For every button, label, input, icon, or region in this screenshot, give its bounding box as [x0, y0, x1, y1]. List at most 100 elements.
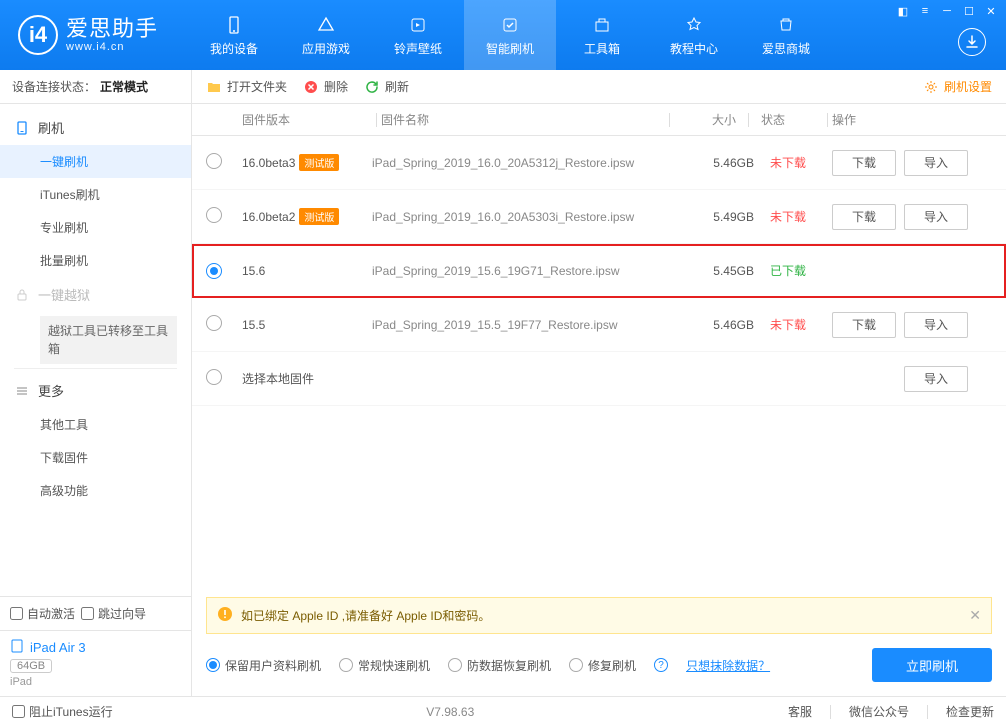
nav-item-3[interactable]: 智能刷机	[464, 0, 556, 70]
row-radio[interactable]	[206, 153, 222, 169]
toolbar: 打开文件夹 删除 刷新 刷机设置	[192, 70, 1006, 104]
flash-icon	[14, 120, 30, 136]
sidebar-more-head[interactable]: 更多	[0, 373, 191, 408]
option-radio[interactable]	[569, 658, 583, 672]
nav-item-6[interactable]: 爱思商城	[740, 0, 832, 70]
row-radio[interactable]	[206, 369, 222, 385]
nav-icon	[315, 14, 337, 36]
delete-button[interactable]: 删除	[303, 78, 348, 95]
local-firmware-row[interactable]: 选择本地固件导入	[192, 352, 1006, 406]
nav-icon	[775, 14, 797, 36]
warning-bar: 如已绑定 Apple ID ,请准备好 Apple ID和密码。 ✕	[206, 597, 992, 634]
row-radio[interactable]	[206, 263, 222, 279]
flash-option[interactable]: 防数据恢复刷机	[448, 657, 551, 674]
option-radio[interactable]	[206, 658, 220, 672]
warning-icon	[217, 606, 233, 625]
app-header: i4 爱思助手 www.i4.cn 我的设备应用游戏铃声壁纸智能刷机工具箱教程中…	[0, 0, 1006, 70]
download-button[interactable]: 下载	[832, 204, 896, 230]
flash-options: 保留用户资料刷机 常规快速刷机 防数据恢复刷机 修复刷机 ? 只想抹除数据？ 立即刷机	[192, 634, 1006, 696]
device-capacity: 64GB	[10, 659, 52, 673]
block-itunes-checkbox[interactable]: 阻止iTunes运行	[12, 703, 113, 720]
nav-item-4[interactable]: 工具箱	[556, 0, 648, 70]
nav-icon	[499, 14, 521, 36]
table-row[interactable]: 15.5iPad_Spring_2019_15.5_19F77_Restore.…	[192, 298, 1006, 352]
import-button[interactable]: 导入	[904, 150, 968, 176]
beta-badge: 测试版	[299, 208, 339, 225]
flash-now-button[interactable]: 立即刷机	[872, 648, 992, 682]
close-warning-icon[interactable]: ✕	[969, 607, 981, 624]
refresh-icon	[364, 79, 380, 95]
table-row[interactable]: 15.6iPad_Spring_2019_15.6_19G71_Restore.…	[192, 244, 1006, 298]
auto-activate-checkbox[interactable]: 自动激活	[10, 605, 75, 622]
table-row[interactable]: 16.0beta2测试版iPad_Spring_2019_16.0_20A530…	[192, 190, 1006, 244]
logo-icon: i4	[18, 15, 58, 55]
sidebar-more-item[interactable]: 高级功能	[0, 474, 191, 507]
delete-icon	[303, 79, 319, 95]
gear-icon	[923, 79, 939, 95]
jailbreak-note: 越狱工具已转移至工具箱	[40, 316, 177, 364]
logo-subtitle: www.i4.cn	[66, 41, 158, 53]
beta-badge: 测试版	[299, 154, 339, 171]
skin-icon[interactable]: ◧	[894, 4, 912, 18]
nav-item-0[interactable]: 我的设备	[188, 0, 280, 70]
sidebar: 设备连接状态： 正常模式 刷机 一键刷机iTunes刷机专业刷机批量刷机 一键越…	[0, 70, 192, 696]
skip-guide-checkbox[interactable]: 跳过向导	[81, 605, 146, 622]
footer-support[interactable]: 客服	[788, 703, 812, 720]
logo: i4 爱思助手 www.i4.cn	[18, 15, 158, 55]
help-icon[interactable]: ?	[654, 658, 668, 672]
erase-data-link[interactable]: 只想抹除数据？	[686, 657, 770, 674]
footer-update[interactable]: 检查更新	[946, 703, 994, 720]
lock-icon	[14, 287, 30, 303]
refresh-button[interactable]: 刷新	[364, 78, 409, 95]
status-badge: 未下载	[762, 154, 832, 171]
folder-icon	[206, 79, 222, 95]
status-badge: 未下载	[762, 208, 832, 225]
sidebar-flash-item[interactable]: 一键刷机	[0, 145, 191, 178]
sidebar-more-item[interactable]: 下载固件	[0, 441, 191, 474]
sidebar-more-item[interactable]: 其他工具	[0, 408, 191, 441]
menu-icon[interactable]: ≡	[916, 4, 934, 18]
flash-option[interactable]: 修复刷机	[569, 657, 636, 674]
main-nav: 我的设备应用游戏铃声壁纸智能刷机工具箱教程中心爱思商城	[188, 0, 832, 70]
download-button[interactable]: 下载	[832, 150, 896, 176]
footer: 阻止iTunes运行 V7.98.63 客服 微信公众号 检查更新	[0, 696, 1006, 726]
row-radio[interactable]	[206, 207, 222, 223]
sidebar-jailbreak-head: 一键越狱	[0, 277, 191, 312]
option-radio[interactable]	[448, 658, 462, 672]
close-icon[interactable]: ✕	[982, 4, 1000, 18]
content-area: 打开文件夹 删除 刷新 刷机设置 固件版本 固件名称 大小 状态	[192, 70, 1006, 696]
device-status: 设备连接状态： 正常模式	[0, 70, 191, 104]
import-button[interactable]: 导入	[904, 312, 968, 338]
app-version: V7.98.63	[426, 705, 474, 719]
maximize-icon[interactable]: ☐	[960, 4, 978, 18]
status-badge: 未下载	[762, 316, 832, 333]
open-folder-button[interactable]: 打开文件夹	[206, 78, 287, 95]
download-manager-icon[interactable]	[958, 28, 986, 56]
import-button[interactable]: 导入	[904, 366, 968, 392]
table-row[interactable]: 16.0beta3测试版iPad_Spring_2019_16.0_20A531…	[192, 136, 1006, 190]
sidebar-flash-item[interactable]: 批量刷机	[0, 244, 191, 277]
nav-icon	[683, 14, 705, 36]
nav-item-1[interactable]: 应用游戏	[280, 0, 372, 70]
nav-item-2[interactable]: 铃声壁纸	[372, 0, 464, 70]
row-radio[interactable]	[206, 315, 222, 331]
flash-option[interactable]: 常规快速刷机	[339, 657, 430, 674]
sidebar-flash-head[interactable]: 刷机	[0, 110, 191, 145]
minimize-icon[interactable]: ─	[938, 4, 956, 18]
sidebar-flash-item[interactable]: 专业刷机	[0, 211, 191, 244]
nav-icon	[591, 14, 613, 36]
device-card[interactable]: iPad Air 3 64GB iPad	[0, 630, 191, 696]
status-badge: 已下载	[762, 262, 832, 279]
ipad-icon	[10, 639, 24, 656]
sidebar-flash-item[interactable]: iTunes刷机	[0, 178, 191, 211]
more-icon	[14, 383, 30, 399]
flash-option[interactable]: 保留用户资料刷机	[206, 657, 321, 674]
window-controls: ◧ ≡ ─ ☐ ✕	[894, 4, 1000, 18]
flash-settings-button[interactable]: 刷机设置	[923, 78, 992, 95]
download-button[interactable]: 下载	[832, 312, 896, 338]
footer-wechat[interactable]: 微信公众号	[849, 703, 909, 720]
option-radio[interactable]	[339, 658, 353, 672]
logo-title: 爱思助手	[66, 17, 158, 41]
import-button[interactable]: 导入	[904, 204, 968, 230]
nav-item-5[interactable]: 教程中心	[648, 0, 740, 70]
